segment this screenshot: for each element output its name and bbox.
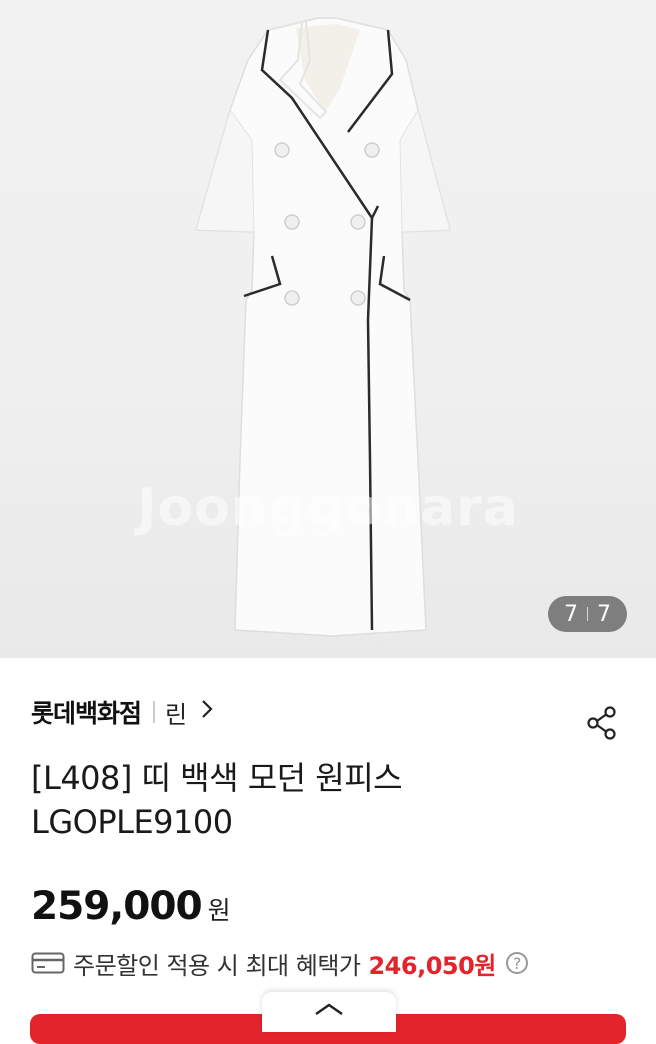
help-icon[interactable]: ? <box>505 952 528 974</box>
counter-total: 7 <box>597 601 611 627</box>
benefit-text: 주문할인 적용 시 최대 혜택가 <box>73 951 361 980</box>
price-value: 259,000 <box>31 884 203 929</box>
counter-divider <box>587 607 588 621</box>
benefit-price: 246,050원 <box>368 951 496 980</box>
product-image <box>195 17 451 637</box>
price: 259,000 원 <box>31 884 231 929</box>
product-info: 롯데백화점 린 [L408] 띠 백색 모던 원피스 LGOPLE9100 25… <box>0 658 656 1024</box>
watermark: Joonggonara <box>137 478 519 538</box>
chevron-right-icon <box>201 699 213 725</box>
product-code: LGOPLE9100 <box>31 803 233 841</box>
benefit-info: 주문할인 적용 시 최대 혜택가 246,050원 ? <box>31 948 528 980</box>
counter-current: 7 <box>564 601 578 627</box>
brand-link[interactable]: 롯데백화점 린 <box>31 696 213 729</box>
card-icon <box>31 952 65 974</box>
product-title-line1: [L408] 띠 백색 모던 원피스 <box>31 759 403 797</box>
bottom-sheet-handle[interactable] <box>262 992 396 1032</box>
image-counter: 7 7 <box>548 596 627 632</box>
chevron-up-icon <box>315 1003 343 1015</box>
share-icon[interactable] <box>586 706 618 740</box>
brand-divider <box>153 701 156 723</box>
sub-brand-name: 린 <box>165 700 188 729</box>
price-unit: 원 <box>207 896 231 925</box>
product-title: [L408] 띠 백색 모던 원피스 LGOPLE9100 <box>31 756 591 844</box>
product-image-gallery[interactable]: Joonggonara 7 7 <box>0 0 656 658</box>
brand-name: 롯데백화점 <box>31 699 142 728</box>
